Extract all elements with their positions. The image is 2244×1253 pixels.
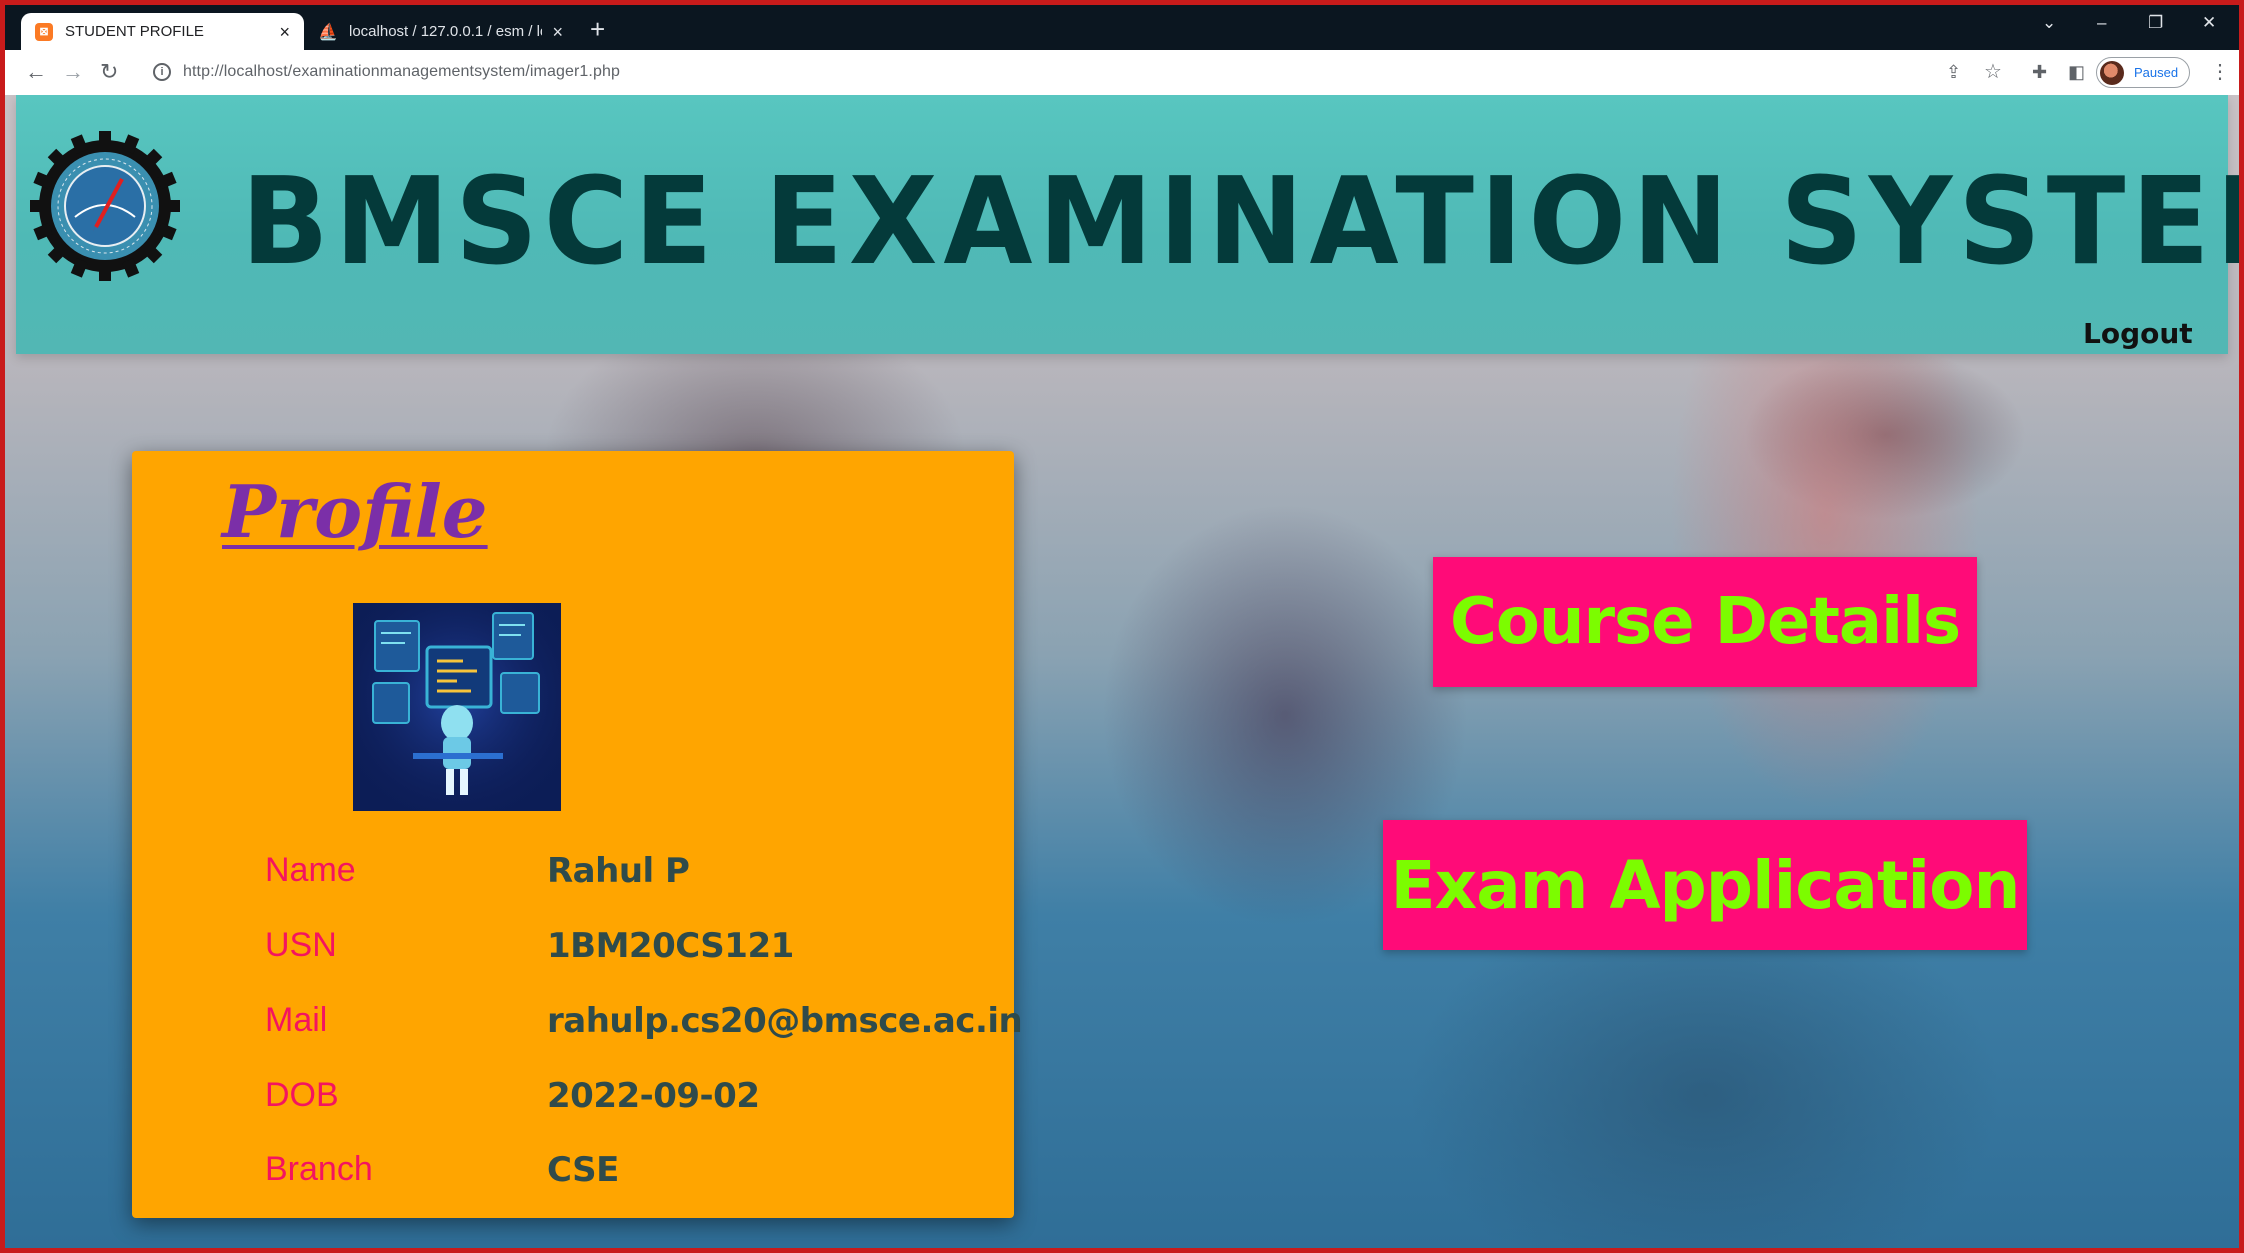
field-label: Name (265, 851, 356, 889)
field-value: 1BM20CS121 (547, 926, 794, 966)
address-bar[interactable]: i http://localhost/examinationmanagement… (139, 55, 1939, 89)
profile-picture (353, 603, 561, 811)
field-label: USN (265, 926, 337, 964)
browser-toolbar: ← → ↻ i http://localhost/examinationmana… (5, 50, 2239, 96)
college-logo (30, 131, 180, 281)
minimize-icon[interactable]: – (2097, 13, 2106, 33)
field-value: Rahul P (547, 851, 690, 891)
page-content: BMSCE EXAMINATION SYSTEM Logout Profile (5, 95, 2239, 1248)
close-tab-icon[interactable]: × (552, 23, 563, 41)
xampp-icon: ⊠ (35, 22, 53, 41)
new-tab-button[interactable]: + (590, 16, 605, 42)
field-row-dob: DOB 2022-09-02 (265, 1076, 1005, 1121)
close-tab-icon[interactable]: × (279, 23, 290, 41)
field-value: CSE (547, 1150, 619, 1190)
field-value: 2022-09-02 (547, 1076, 760, 1116)
browser-window: ⊠ STUDENT PROFILE × ⛵ localhost / 127.0.… (5, 5, 2239, 1248)
field-label: Branch (265, 1150, 373, 1188)
close-window-icon[interactable]: ✕ (2202, 13, 2216, 33)
tab-title: localhost / 127.0.0.1 / esm / logi (349, 23, 543, 40)
menu-kebab-icon[interactable]: ⋮ (2210, 60, 2230, 84)
url-text: http://localhost/examinationmanagementsy… (183, 63, 620, 80)
reload-icon[interactable]: ↻ (100, 60, 118, 84)
tab-student-profile[interactable]: ⊠ STUDENT PROFILE × (21, 13, 304, 50)
site-info-icon[interactable]: i (153, 63, 171, 81)
bookmark-star-icon[interactable]: ☆ (1984, 60, 2002, 84)
profile-status: Paused (2134, 65, 2179, 80)
field-value: rahulp.cs20@bmsce.ac.in (547, 1001, 1023, 1041)
field-label: Mail (265, 1001, 328, 1039)
exam-application-button[interactable]: Exam Application (1383, 820, 2027, 950)
course-details-button[interactable]: Course Details (1433, 557, 1977, 687)
site-header: BMSCE EXAMINATION SYSTEM Logout (16, 95, 2239, 354)
logout-link[interactable]: Logout (2083, 317, 2193, 350)
field-row-usn: USN 1BM20CS121 (265, 926, 1005, 971)
extensions-puzzle-icon[interactable]: ✚ (2032, 60, 2047, 84)
forward-icon[interactable]: → (62, 60, 84, 84)
profile-card: Profile Name Rahul P USN 1BM20CS121 Mail… (132, 451, 1023, 1218)
tab-phpmyadmin[interactable]: ⛵ localhost / 127.0.0.1 / esm / logi × (305, 13, 577, 50)
tab-bar: ⊠ STUDENT PROFILE × ⛵ localhost / 127.0.… (5, 5, 2239, 50)
side-panel-icon[interactable]: ◧ (2068, 60, 2085, 84)
avatar (2100, 60, 2124, 85)
back-icon[interactable]: ← (25, 60, 47, 84)
field-label: DOB (265, 1076, 339, 1114)
share-icon[interactable]: ⇪ (1946, 60, 1961, 84)
field-row-name: Name Rahul P (265, 851, 1005, 896)
field-row-branch: Branch CSE (265, 1150, 1005, 1195)
field-row-mail: Mail rahulp.cs20@bmsce.ac.in (265, 1001, 1023, 1046)
tab-title: STUDENT PROFILE (65, 23, 204, 40)
phpmyadmin-icon: ⛵ (318, 23, 338, 41)
profile-button[interactable]: Paused (2096, 57, 2190, 88)
profile-heading: Profile (222, 469, 488, 554)
site-title: BMSCE EXAMINATION SYSTEM (241, 153, 2239, 292)
tab-search-chevron-icon[interactable]: ⌄ (2042, 13, 2056, 33)
restore-icon[interactable]: ❐ (2148, 13, 2163, 33)
